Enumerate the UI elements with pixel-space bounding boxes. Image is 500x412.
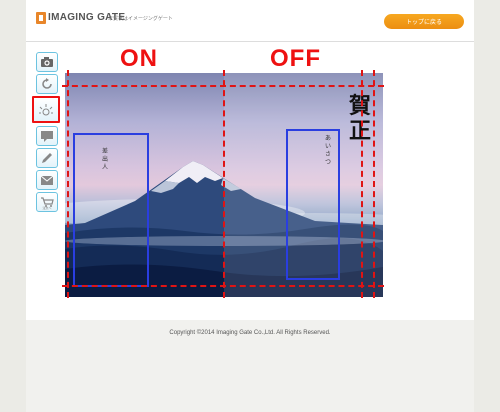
tool-camera[interactable] <box>36 52 58 72</box>
back-to-top-button[interactable]: トップに戻る <box>384 14 464 29</box>
cart-label: 注文へ <box>42 206 52 210</box>
greeting-char-2: 正 <box>348 118 371 144</box>
message-icon <box>41 131 53 142</box>
tool-pen[interactable] <box>36 148 58 168</box>
label-off: OFF <box>270 45 321 72</box>
tool-cart[interactable]: 注文へ <box>36 192 58 212</box>
logo-subtitle: 年賀状はイメージングゲート <box>108 16 173 22</box>
tool-envelope[interactable] <box>36 170 58 190</box>
tool-message[interactable] <box>36 126 58 146</box>
camera-icon <box>41 57 53 67</box>
pen-icon <box>42 153 52 163</box>
guide-line-center <box>223 70 225 298</box>
tool-brightness[interactable] <box>32 96 60 123</box>
envelope-icon <box>40 175 54 185</box>
tool-rotate[interactable] <box>36 74 58 94</box>
guide-line-left <box>67 70 69 298</box>
page: IMAGING GATE 年賀状はイメージングゲート トップに戻る ON OFF <box>26 0 474 412</box>
guide-line-right-outer <box>373 70 375 298</box>
label-on: ON <box>120 45 158 72</box>
copyright-text: Copyright ©2014 Imaging Gate Co.,Ltd. Al… <box>169 330 331 336</box>
guide-line-right-inner <box>361 70 363 298</box>
editor-area: ON OFF 注文へ 賀 正 差出人 あいさつ <box>26 42 474 320</box>
text-box-on[interactable] <box>73 133 149 287</box>
vertical-text-off: あいさつ <box>324 135 331 166</box>
greeting-char-1: 賀 <box>348 93 371 119</box>
site-footer: Copyright ©2014 Imaging Gate Co.,Ltd. Al… <box>26 320 474 412</box>
editor-toolbar: 注文へ <box>32 52 60 214</box>
site-header: IMAGING GATE 年賀状はイメージングゲート トップに戻る <box>26 0 474 42</box>
brightness-icon <box>39 103 53 115</box>
vertical-text-on: 差出人 <box>101 148 108 171</box>
logo-icon <box>36 12 46 24</box>
rotate-icon <box>42 78 52 89</box>
